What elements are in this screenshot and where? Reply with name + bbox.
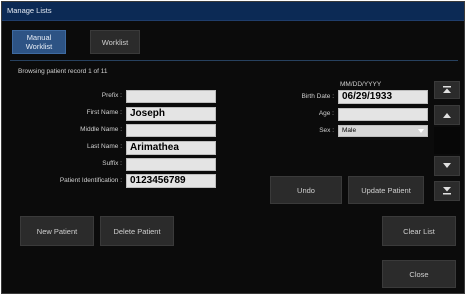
next-record-icon	[443, 163, 451, 168]
clear-list-button[interactable]: Clear List	[382, 216, 456, 246]
last-record-button[interactable]	[434, 181, 460, 201]
window-title: Manage Lists	[2, 2, 464, 21]
sex-select-value: Male	[342, 127, 357, 134]
header-divider	[10, 60, 458, 61]
previous-record-button[interactable]	[434, 105, 460, 125]
last-record-icon	[443, 187, 451, 195]
middle-name-label: Middle Name :	[80, 126, 122, 133]
close-button[interactable]: Close	[382, 260, 456, 288]
suffix-label: Suffix :	[102, 160, 122, 167]
first-record-button[interactable]	[434, 81, 460, 99]
patient-id-label: Patient Identification :	[59, 177, 122, 184]
last-name-field[interactable]: Arimathea	[126, 141, 216, 155]
date-format-hint: MM/DD/YYYY	[340, 81, 382, 88]
tab-worklist[interactable]: Worklist	[90, 30, 140, 54]
prefix-field[interactable]	[126, 90, 216, 103]
first-name-label: First Name :	[86, 109, 122, 116]
record-status: Browsing patient record 1 of 11	[18, 68, 108, 75]
previous-record-icon	[443, 113, 451, 118]
patient-id-field[interactable]: 0123456789	[126, 174, 216, 188]
suffix-field[interactable]	[126, 158, 216, 171]
birth-date-field[interactable]: 06/29/1933	[338, 90, 428, 104]
first-name-field[interactable]: Joseph	[126, 107, 216, 121]
record-scroll-track[interactable]	[434, 127, 460, 154]
manage-lists-window: Manage Lists Manual Worklist Worklist Br…	[1, 1, 465, 294]
delete-patient-button[interactable]: Delete Patient	[100, 216, 174, 246]
chevron-down-icon	[418, 129, 424, 133]
age-field[interactable]	[338, 108, 428, 121]
tab-manual-worklist[interactable]: Manual Worklist	[12, 30, 66, 54]
age-label: Age :	[318, 110, 334, 117]
last-name-label: Last Name :	[86, 143, 122, 150]
first-record-icon	[443, 86, 451, 93]
undo-button[interactable]: Undo	[270, 176, 342, 204]
sex-label: Sex :	[319, 127, 334, 134]
sex-select[interactable]: Male	[338, 125, 428, 137]
update-patient-button[interactable]: Update Patient	[348, 176, 424, 204]
prefix-label: Prefix :	[101, 92, 122, 99]
middle-name-field[interactable]	[126, 124, 216, 137]
birth-date-label: Birth Date :	[301, 93, 334, 100]
next-record-button[interactable]	[434, 156, 460, 176]
new-patient-button[interactable]: New Patient	[20, 216, 94, 246]
